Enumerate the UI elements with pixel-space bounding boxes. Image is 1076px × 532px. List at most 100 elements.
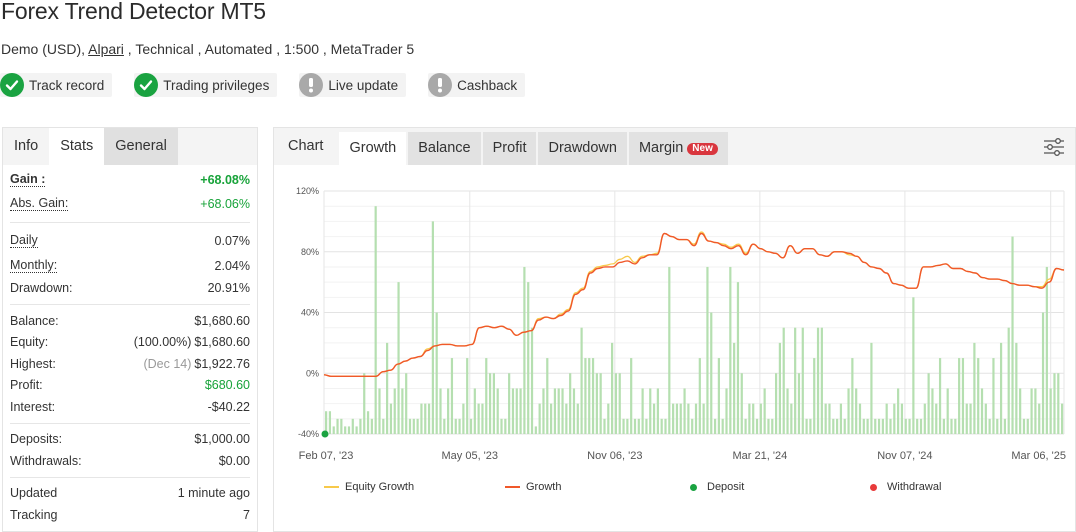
stat-value: $680.60 [204,378,250,393]
x-tick-label: Nov 07, '24 [877,450,932,462]
activity-bar [858,403,862,434]
badge-cashback[interactable]: Cashback [428,73,526,97]
badge-live-update[interactable]: Live update [299,73,407,97]
activity-bar [877,418,881,434]
badge-trading-privileges[interactable]: Trading privileges [134,73,278,97]
activity-bar [1053,373,1056,434]
activity-bars [325,206,1064,434]
legend-deposit[interactable]: Deposit [690,481,744,493]
activity-bar [382,418,385,434]
activity-bar [721,418,724,434]
stat-label[interactable]: Abs. Gain: [10,196,69,211]
tab-growth[interactable]: Growth [339,132,407,165]
activity-bar [675,403,679,434]
stat-value: 0.07% [214,233,250,248]
activity-bar [599,373,602,434]
activity-bar [767,418,770,434]
stat-label: Tracking [10,507,58,522]
tab-drawdown[interactable]: Drawdown [538,132,627,165]
activity-bar [386,342,389,434]
legend-label: Withdrawal [887,481,942,493]
stat-label: Profit: [10,378,43,393]
stat-updated: Updated 1 minute ago [10,483,250,505]
activity-bar [706,266,709,434]
stat-label: Drawdown: [10,281,73,296]
legend-growth[interactable]: Growth [505,481,561,493]
activity-bar [344,426,347,434]
stat-value: +68.08% [200,172,250,187]
stat-balance: Balance: $1,680.60 [10,310,250,332]
tab-general[interactable]: General [104,128,178,165]
growth-chart[interactable]: 120% 80% 40% 0% -40% Feb 07, '23 May 05, '23 N… [274,165,1075,465]
activity-bar [988,418,991,434]
activity-bar [919,418,923,434]
activity-bar [572,388,576,434]
activity-bar [519,388,522,434]
activity-bar [534,426,537,434]
activity-bar [683,388,686,434]
activity-bar [771,418,774,434]
legend-label: Equity Growth [345,481,415,493]
broker-link[interactable]: Alpari [88,41,124,57]
divider [10,476,250,478]
tab-chart[interactable]: Chart [274,128,337,165]
stat-profit: Profit: $680.60 [10,375,250,397]
activity-bar [328,411,332,434]
stat-label[interactable]: Gain : [10,172,46,187]
activity-bar [729,266,732,434]
x-axis-ticks: Feb 07, '23 May 05, '23 Nov 06, '23 Mar 21,… [299,450,1066,462]
tab-margin-label: Margin [638,140,684,156]
tab-stats[interactable]: Stats [49,128,105,165]
legend-withdrawal[interactable]: Withdrawal [870,481,941,493]
activity-bar [1019,388,1022,434]
growth-line [323,232,1065,377]
tab-profit[interactable]: Profit [482,132,537,165]
activity-bar [931,388,934,434]
badge-label: Live update [328,77,399,93]
stat-label[interactable]: Daily [10,233,38,248]
tab-margin[interactable]: Margin New [628,132,728,165]
stat-label: Updated [10,486,58,501]
activity-bar [611,342,614,434]
activity-bar [374,206,377,434]
activity-bar [992,358,995,434]
activity-bar [973,342,976,434]
activity-bar [713,418,717,434]
activity-bar [424,403,427,434]
chart-grid [323,190,1065,435]
activity-bar [523,266,526,434]
stat-deposits: Deposits: $1,000.00 [10,429,250,451]
activity-bar [473,388,476,434]
activity-bar [557,388,560,434]
activity-bar [1030,388,1033,434]
stat-label[interactable]: Monthly: [10,258,58,273]
tab-balance[interactable]: Balance [408,132,481,165]
growth-lines [323,231,1065,377]
page-title: Forex Trend Detector MT5 [1,0,266,24]
check-icon [134,73,159,97]
stat-value-group: (100.00%) $1,680.60 [134,335,250,349]
exclamation-icon [428,73,453,97]
activity-bar [828,403,831,434]
x-tick-label: May 05, '23 [442,450,499,462]
activity-bar [996,418,999,434]
tab-info[interactable]: Info [3,128,49,165]
activity-bar [649,388,652,434]
badge-track-record[interactable]: Track record [0,73,113,97]
legend-equity-growth[interactable]: Equity Growth [324,481,414,493]
stat-abs-gain: Abs. Gain: +68.06% [10,191,250,217]
badge-label: Cashback [457,77,518,93]
exclamation-icon [299,73,324,97]
divider [10,422,250,424]
activity-bar [836,418,839,434]
activity-bar [740,373,743,434]
stat-value: $1,922.76 [194,356,250,371]
activity-bar [641,388,644,434]
activity-bar [576,403,579,434]
activity-bar [1041,312,1045,434]
chart-settings-icon[interactable] [1043,136,1065,158]
activity-bar [366,411,370,434]
activity-bar [401,388,404,434]
activity-bar [614,373,618,434]
activity-bar [733,342,736,434]
